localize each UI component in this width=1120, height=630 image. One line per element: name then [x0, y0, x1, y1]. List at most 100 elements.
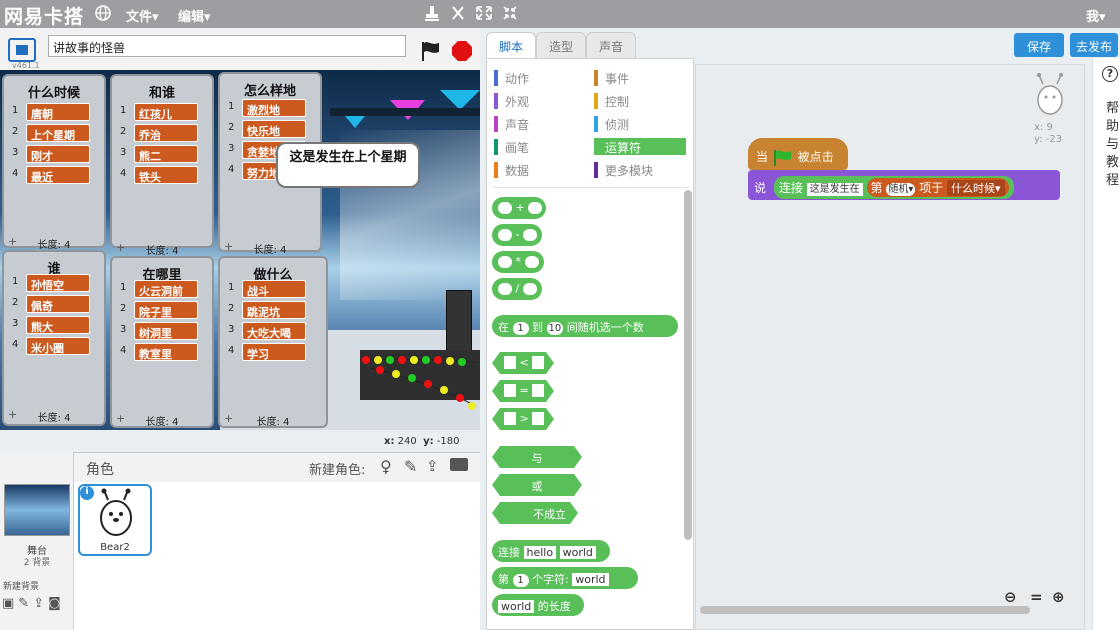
list-item-value[interactable]: 乔治 [134, 124, 198, 142]
list-item-value[interactable]: 刚才 [26, 145, 90, 163]
share-button[interactable]: 去发布 [1070, 33, 1118, 57]
block-equals[interactable]: = [492, 380, 554, 402]
join-reporter[interactable]: 连接 这是发生在 第 随机▾ 项于 什么时候▾ [773, 176, 1014, 199]
info-icon[interactable]: i [80, 486, 94, 500]
block-not[interactable]: 不成立 [492, 502, 578, 524]
app-logo[interactable]: 网易卡搭 [4, 2, 84, 29]
category-pen[interactable]: 画笔 [494, 138, 586, 155]
block-and[interactable]: 与 [492, 446, 582, 468]
list-item-value[interactable]: 树洞里 [134, 322, 198, 340]
list-item-value[interactable]: 孙悟空 [26, 274, 90, 292]
block-length-of[interactable]: world 的长度 [492, 594, 584, 616]
list-item-value[interactable]: 佩奇 [26, 295, 90, 313]
zoom-reset-icon[interactable]: = [1030, 588, 1043, 606]
menu-file[interactable]: 文件▾ [126, 6, 159, 25]
stop-sign-icon[interactable] [452, 41, 472, 61]
fullscreen-icon[interactable] [8, 38, 36, 62]
sprite-name: Bear2 [100, 542, 130, 553]
grow-icon[interactable] [476, 4, 492, 26]
block-multiply[interactable]: * [492, 251, 544, 273]
list-item-value[interactable]: 米小圈 [26, 337, 90, 355]
backdrop-paint-icon[interactable]: ✎ [18, 596, 33, 611]
backdrop-library-icon[interactable]: ▣ [2, 596, 18, 611]
list-monitor-with-whom[interactable]: 和谁 1 红孩儿 2 乔治 3 熊二 4 铁头 + 长度: 4 [110, 74, 214, 257]
green-flag-icon[interactable] [420, 40, 442, 62]
help-icon[interactable]: ? [1102, 66, 1118, 82]
list-item-value[interactable]: 学习 [242, 343, 306, 361]
list-item-value[interactable]: 唐朝 [26, 103, 90, 121]
list-dropdown[interactable]: 什么时候▾ [947, 180, 1005, 196]
list-item-value[interactable]: 熊大 [26, 316, 90, 334]
top-menu-bar: 网易卡搭 文件▾ 编辑▾ 我▾ [0, 0, 1120, 28]
tab-scripts[interactable]: 脚本 [486, 32, 536, 58]
block-subtract[interactable]: - [492, 224, 542, 246]
category-events[interactable]: 事件 [594, 69, 686, 86]
stage-canvas[interactable]: 什么时候 1 唐朝 2 上个星期 3 刚才 4 最近 + 长度: 4 和谁 1 红孩儿 2… [0, 70, 480, 430]
tab-costumes[interactable]: 造型 [536, 32, 586, 58]
list-monitor-who[interactable]: 谁 1 孙悟空 2 佩奇 3 熊大 4 米小圈 + 长度: 4 [2, 250, 106, 426]
backdrop-upload-icon[interactable]: ⇪ [33, 596, 48, 611]
block-greater-than[interactable]: > [492, 408, 554, 430]
tab-sounds[interactable]: 声音 [586, 32, 636, 58]
palette-scrollbar[interactable] [684, 190, 692, 540]
category-more-blocks[interactable]: 更多模块 [594, 161, 686, 178]
camera-icon[interactable] [450, 458, 468, 471]
bear-sprite-image [100, 488, 132, 536]
list-item-value[interactable]: 教室里 [134, 343, 198, 361]
list-item-value[interactable]: 铁头 [134, 166, 198, 184]
list-item-value[interactable]: 跳泥坑 [242, 301, 306, 319]
block-or[interactable]: 或 [492, 474, 582, 496]
globe-icon[interactable] [94, 4, 112, 26]
list-length: 长度: 4 [37, 413, 71, 424]
list-item-value[interactable]: 快乐地 [242, 120, 306, 138]
menu-edit[interactable]: 编辑▾ [178, 6, 211, 25]
help-label: 帮助与教程 [1106, 101, 1120, 188]
user-menu[interactable]: 我▾ [1086, 6, 1106, 25]
block-letter-of[interactable]: 第 1 个字符: world [492, 567, 638, 589]
stage-thumbnail[interactable] [4, 484, 70, 536]
list-item-value[interactable]: 熊二 [134, 145, 198, 163]
block-add[interactable]: + [492, 197, 546, 219]
upload-icon[interactable]: ⇪ [426, 457, 439, 475]
list-item-value[interactable]: 上个星期 [26, 124, 90, 142]
block-less-than[interactable]: < [492, 352, 554, 374]
list-item-value[interactable]: 激烈地 [242, 99, 306, 117]
list-monitor-when[interactable]: 什么时候 1 唐朝 2 上个星期 3 刚才 4 最近 + 长度: 4 [2, 74, 106, 251]
block-pick-random[interactable]: 在 1 到 10 间随机选一个数 [492, 315, 678, 337]
shrink-icon[interactable] [502, 4, 518, 26]
duplicate-stamp-icon[interactable] [424, 4, 440, 26]
zoom-out-icon[interactable]: ⊖ [1004, 588, 1017, 606]
paint-brush-icon[interactable]: ✎ [404, 457, 417, 476]
list-item-value[interactable]: 火云洞前 [134, 280, 198, 298]
category-looks[interactable]: 外观 [494, 92, 586, 109]
when-flag-clicked-block[interactable]: 当 被点击 [748, 138, 848, 170]
backdrop-camera-icon[interactable]: ◙ [48, 596, 65, 611]
delete-scissors-icon[interactable] [450, 4, 466, 26]
zoom-in-icon[interactable]: ⊕ [1052, 588, 1065, 606]
list-item-value[interactable]: 最近 [26, 166, 90, 184]
category-motion[interactable]: 动作 [494, 69, 586, 86]
list-monitor-what[interactable]: 做什么 1 战斗 2 跳泥坑 3 大吃大喝 4 学习 + 长度: 4 [218, 256, 328, 428]
category-sound[interactable]: 声音 [494, 115, 586, 132]
save-button[interactable]: 保存 [1014, 33, 1064, 57]
speech-bubble: 这是发生在上个星期 [276, 142, 420, 188]
sprite-card-bear2[interactable]: i Bear2 [78, 484, 152, 556]
block-divide[interactable]: / [492, 278, 542, 300]
category-operators[interactable]: 运算符 [594, 138, 686, 155]
sprite-library-icon[interactable]: ♀ [380, 457, 392, 476]
scripts-horizontal-scrollbar[interactable] [700, 606, 1030, 614]
item-of-list-reporter[interactable]: 第 随机▾ 项于 什么时候▾ [866, 178, 1009, 197]
list-item-value[interactable]: 战斗 [242, 280, 306, 298]
list-item-value[interactable]: 红孩儿 [134, 103, 198, 121]
say-block[interactable]: 说 连接 这是发生在 第 随机▾ 项于 什么时候▾ [748, 170, 1060, 200]
category-sensing[interactable]: 侦测 [594, 115, 686, 132]
list-monitor-where[interactable]: 在哪里 1 火云洞前 2 院子里 3 树洞里 4 教室里 + 长度: 4 [110, 256, 214, 428]
category-data[interactable]: 数据 [494, 161, 586, 178]
list-item-value[interactable]: 大吃大喝 [242, 322, 306, 340]
category-control[interactable]: 控制 [594, 92, 686, 109]
block-join[interactable]: 连接 hello world [492, 540, 610, 562]
project-title-input[interactable]: 讲故事的怪兽 [48, 35, 406, 57]
string-lights [360, 352, 480, 412]
help-panel[interactable]: ? 帮助与教程 [1092, 58, 1120, 630]
list-item-value[interactable]: 院子里 [134, 301, 198, 319]
